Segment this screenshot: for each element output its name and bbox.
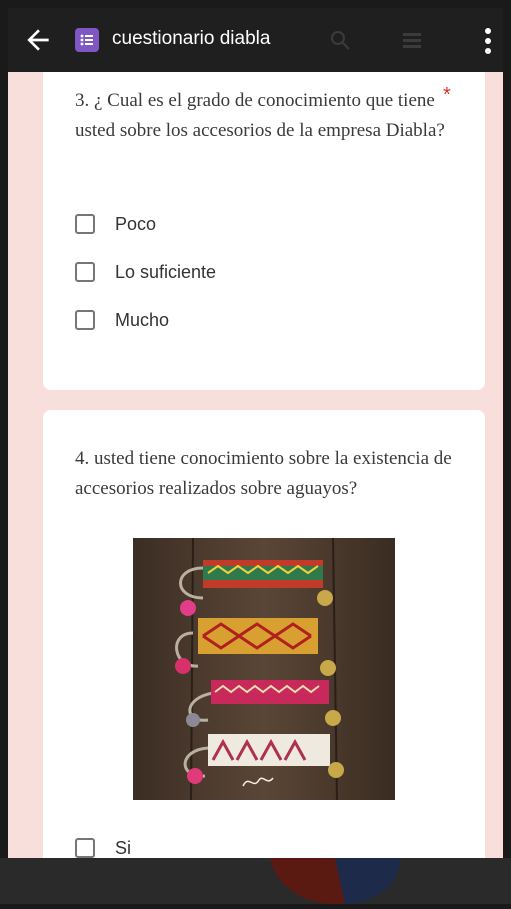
app-bar: cuestionario diabla [8,8,503,72]
woven-bracelets-photo [133,538,395,800]
option-label: Si [115,837,132,858]
question-4-text: 4. usted tiene conocimiento sobre la exi… [75,448,452,499]
checkbox[interactable] [75,262,95,282]
option-lo-suficiente[interactable]: Lo suficiente [75,258,216,286]
checkbox[interactable] [75,310,95,330]
background-overlay [0,858,511,904]
option-mucho[interactable]: Mucho [75,306,169,334]
arrow-back-icon[interactable] [22,24,54,56]
forms-list-icon [75,28,99,52]
form-title: cuestionario diabla [112,28,271,49]
checkbox[interactable] [75,214,95,234]
list-icon [403,33,421,48]
question-card-4: 4. usted tiene conocimiento sobre la exi… [43,410,485,858]
option-label: Poco [115,213,157,234]
background-chart-fragment [270,858,400,904]
checkbox[interactable] [75,838,95,858]
option-label: Mucho [115,309,170,330]
form-viewport: 3. ¿ Cual es el grado de conocimiento qu… [8,8,503,858]
search-icon [331,31,350,50]
more-vert-icon[interactable] [482,26,494,56]
option-poco[interactable]: Poco [75,210,156,238]
question-3-text: 3. ¿ Cual es el grado de conocimiento qu… [75,90,445,141]
required-asterisk: * [443,84,451,106]
option-si[interactable]: Si [75,834,131,858]
option-label: Lo suficiente [115,261,217,282]
